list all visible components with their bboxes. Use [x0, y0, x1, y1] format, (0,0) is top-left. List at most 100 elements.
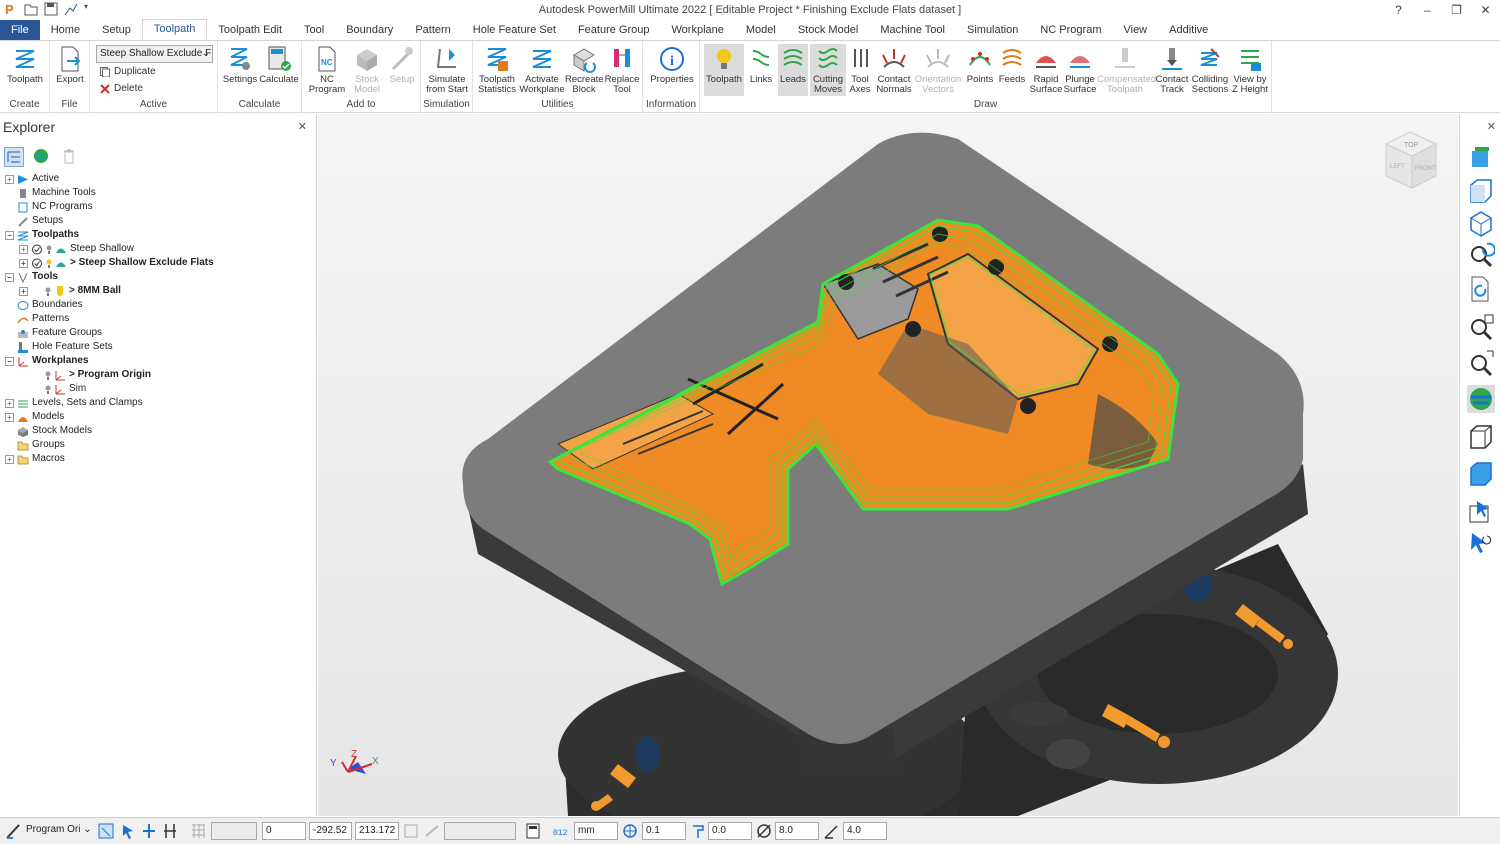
minimize-button[interactable]: –: [1413, 0, 1442, 21]
create-toolpath-button[interactable]: Toolpath: [4, 44, 46, 85]
y-coordinate-field[interactable]: 213.172: [355, 822, 399, 840]
tree-item-models[interactable]: + Models: [5, 410, 64, 424]
draw-points-toggle[interactable]: Points: [965, 44, 995, 85]
tab-boundary[interactable]: Boundary: [335, 21, 404, 40]
pointer-undo-icon[interactable]: [1467, 530, 1495, 558]
viewport-scene[interactable]: TOP LEFT FRONT Y Z X: [318, 114, 1458, 816]
draw-compensated-toolpath-toggle[interactable]: Compensated Toolpath: [1097, 44, 1156, 95]
view-toolbar-close-icon[interactable]: ✕: [1487, 120, 1496, 133]
units-field[interactable]: mm: [574, 822, 618, 840]
nc-program-button[interactable]: NC NC Program: [305, 44, 349, 95]
active-toolpath-select[interactable]: Steep Shallow Exclude F ⌄: [96, 45, 213, 63]
tab-model[interactable]: Model: [735, 21, 787, 40]
help-button[interactable]: ?: [1384, 0, 1413, 21]
grid-icon[interactable]: [190, 822, 206, 840]
tree-item-stock-models[interactable]: Stock Models: [5, 424, 92, 438]
stock-model-button[interactable]: Stock Model: [350, 44, 384, 95]
stepover-icon[interactable]: [823, 822, 839, 840]
tree-item-steep-shallow[interactable]: + Steep Shallow: [19, 242, 134, 256]
tab-nc-program[interactable]: NC Program: [1029, 21, 1112, 40]
replace-tool-button[interactable]: Replace Tool: [603, 44, 641, 95]
tree-item-setups[interactable]: Setups: [5, 214, 63, 228]
tab-feature-group[interactable]: Feature Group: [567, 21, 661, 40]
tree-item-8mm-ball[interactable]: + > 8MM Ball: [19, 284, 121, 298]
tab-file[interactable]: File: [0, 20, 40, 40]
iso-view-icon[interactable]: [1467, 145, 1495, 173]
table-icon[interactable]: [403, 822, 419, 840]
view-cube[interactable]: TOP LEFT FRONT: [1384, 131, 1438, 189]
tab-view[interactable]: View: [1112, 21, 1158, 40]
zoom-extents-icon[interactable]: [1467, 349, 1495, 377]
tree-item-tools[interactable]: − Tools: [5, 270, 58, 284]
tree-item-macros[interactable]: + Macros: [5, 452, 65, 466]
wireframe-view-icon[interactable]: [1467, 422, 1495, 450]
maximize-button[interactable]: ❐: [1442, 0, 1471, 21]
diameter-field[interactable]: 8.0: [775, 822, 819, 840]
draw-plunge-surface-toggle[interactable]: Plunge Surface: [1063, 44, 1097, 95]
draw-orientation-vectors-toggle[interactable]: Orientation Vectors: [914, 44, 962, 95]
coordinate-field-1[interactable]: 0: [262, 822, 306, 840]
draw-leads-toggle[interactable]: Leads: [778, 44, 808, 96]
cursor-snap-icon[interactable]: [120, 822, 136, 840]
graphics-viewport[interactable]: TOP LEFT FRONT Y Z X: [318, 114, 1458, 816]
workplane-select[interactable]: Program Ori ⌄: [23, 822, 95, 840]
tab-simulation[interactable]: Simulation: [956, 21, 1029, 40]
duplicate-button[interactable]: Duplicate: [100, 66, 156, 77]
tab-machine-tool[interactable]: Machine Tool: [869, 21, 956, 40]
tab-toolpath-edit[interactable]: Toolpath Edit: [207, 21, 293, 40]
calculator-icon[interactable]: [525, 822, 541, 840]
properties-button[interactable]: i Properties: [647, 44, 697, 85]
tree-view-icon[interactable]: [4, 147, 24, 167]
delete-button[interactable]: Delete: [100, 83, 143, 94]
explorer-close-icon[interactable]: ✕: [298, 120, 307, 133]
select-icon[interactable]: [1467, 498, 1495, 526]
draw-contact-normals-toggle[interactable]: Contact Normals: [875, 44, 913, 95]
tab-workplane[interactable]: Workplane: [660, 21, 734, 40]
settings-button[interactable]: Settings: [221, 44, 259, 85]
measure-icon[interactable]: [424, 822, 440, 840]
snap-grid-icon[interactable]: [98, 822, 114, 840]
recreate-block-button[interactable]: Recreate Block: [565, 44, 604, 95]
draw-links-toggle[interactable]: Links: [746, 44, 776, 85]
tree-item-groups[interactable]: Groups: [5, 438, 65, 452]
draw-colliding-sections-toggle[interactable]: Colliding Sections: [1190, 44, 1230, 95]
zoom-refresh-icon[interactable]: [1467, 241, 1495, 269]
shaded-view-icon[interactable]: [1467, 385, 1495, 413]
setup-button[interactable]: Setup: [385, 44, 419, 85]
close-button[interactable]: ✕: [1471, 0, 1500, 21]
tree-item-levels-sets-clamps[interactable]: + Levels, Sets and Clamps: [5, 396, 143, 410]
tree-item-machine-tools[interactable]: Machine Tools: [5, 186, 96, 200]
zoom-box-icon[interactable]: [1467, 313, 1495, 341]
simulate-from-start-button[interactable]: Simulate from Start: [424, 44, 470, 95]
tab-toolpath[interactable]: Toolpath: [141, 19, 208, 40]
front-view-icon[interactable]: [1467, 177, 1495, 205]
tree-item-nc-programs[interactable]: NC Programs: [5, 200, 93, 214]
trash-icon[interactable]: [60, 147, 80, 167]
tree-item-steep-shallow-exclude-flats[interactable]: + > Steep Shallow Exclude Flats: [19, 256, 214, 270]
tab-additive[interactable]: Additive: [1158, 21, 1219, 40]
thickness-field[interactable]: 0.0: [708, 822, 752, 840]
tab-tool[interactable]: Tool: [293, 21, 335, 40]
tab-pattern[interactable]: Pattern: [404, 21, 461, 40]
solid-view-icon[interactable]: [1467, 459, 1495, 487]
stepover-field[interactable]: 4.0: [843, 822, 887, 840]
cube-view-icon[interactable]: [1467, 209, 1495, 237]
tab-setup[interactable]: Setup: [91, 21, 142, 40]
tolerance-field[interactable]: 0.1: [642, 822, 686, 840]
tab-stock-model[interactable]: Stock Model: [787, 21, 870, 40]
snap-point-icon[interactable]: [141, 822, 157, 840]
draw-feeds-toggle[interactable]: Feeds: [997, 44, 1027, 85]
tree-item-workplanes[interactable]: − Workplanes: [5, 354, 89, 368]
tree-item-patterns[interactable]: Patterns: [5, 312, 69, 326]
activate-workplane-button[interactable]: Activate Workplane: [519, 44, 565, 95]
draw-contact-track-toggle[interactable]: Contact Track: [1155, 44, 1189, 95]
clip-icon[interactable]: [162, 822, 178, 840]
draw-cutting-moves-toggle[interactable]: Cutting Moves: [810, 44, 846, 96]
diameter-icon[interactable]: [756, 822, 772, 840]
draw-rapid-surface-toggle[interactable]: Rapid Surface: [1029, 44, 1063, 95]
tree-item-toolpaths[interactable]: − Toolpaths: [5, 228, 79, 242]
tree-item-boundaries[interactable]: Boundaries: [5, 298, 83, 312]
tolerance-icon[interactable]: [622, 822, 638, 840]
globe-icon[interactable]: [32, 147, 52, 167]
toolpath-statistics-button[interactable]: Toolpath Statistics: [475, 44, 519, 95]
